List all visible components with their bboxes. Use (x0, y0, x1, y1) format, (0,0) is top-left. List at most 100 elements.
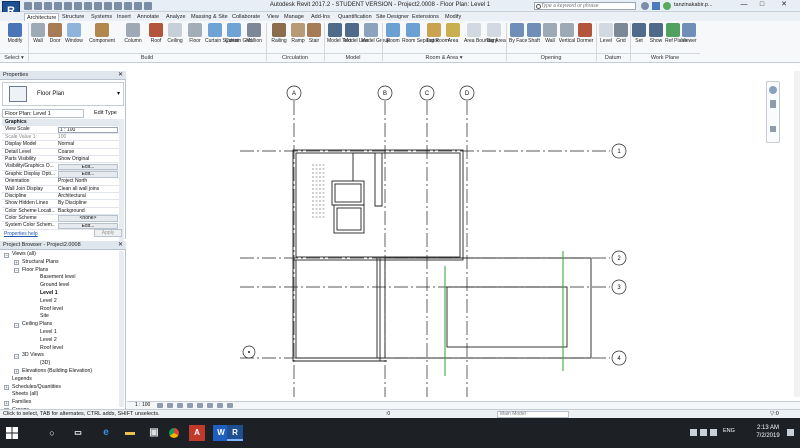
properties-help-link[interactable]: Properties help (4, 231, 38, 237)
tree-node[interactable]: Roof level (0, 306, 120, 314)
store-icon[interactable]: ▣ (146, 425, 162, 441)
ribbon-button-show[interactable]: Show (648, 23, 664, 51)
revit-taskbar-icon[interactable]: R (227, 425, 243, 441)
tab-structure[interactable]: Structure (62, 13, 84, 21)
tab-annotate[interactable]: Annotate (137, 13, 159, 21)
tab-analyze[interactable]: Analyze (166, 13, 186, 21)
ribbon-button-ramp[interactable]: Ramp (290, 23, 306, 51)
ribbon-panel-work-plane[interactable]: Work Plane (630, 53, 700, 62)
ribbon-panel-opening[interactable]: Opening (506, 53, 596, 62)
tree-node[interactable]: Level 1 (0, 329, 120, 337)
ribbon-button-viewer[interactable]: Viewer (680, 23, 698, 51)
close-button[interactable]: ✕ (776, 0, 792, 11)
expand-icon[interactable]: + (4, 385, 9, 391)
print-icon[interactable] (64, 2, 72, 10)
ribbon-button-shaft[interactable]: Shaft (526, 23, 542, 51)
ribbon-panel-model[interactable]: Model (324, 53, 382, 62)
3d-view-icon[interactable] (84, 2, 92, 10)
property-value[interactable]: 1 : 100 (58, 126, 118, 134)
shadows-icon[interactable] (187, 403, 193, 408)
close-icon[interactable]: ✕ (118, 241, 123, 250)
network-icon[interactable] (700, 429, 707, 436)
design-option-select[interactable]: Main Model (497, 411, 569, 418)
ribbon-panel-build[interactable]: Build (28, 53, 266, 62)
ribbon-panel-select-[interactable]: Select ▾ (0, 53, 28, 62)
ribbon-button-curtain-system[interactable]: Curtain System (205, 23, 239, 51)
ribbon-button-tag-room[interactable]: Tag Room (426, 23, 449, 51)
minimize-button[interactable]: — (736, 0, 752, 11)
show-crop-icon[interactable] (207, 403, 213, 408)
property-edit-button[interactable]: Edit... (58, 171, 118, 178)
tree-node[interactable]: − Views (all) (0, 251, 120, 259)
property-value[interactable]: By Discipline (58, 200, 118, 207)
collapse-icon[interactable]: − (14, 353, 19, 359)
ribbon-button-level[interactable]: Level (598, 23, 614, 51)
expand-icon[interactable]: + (14, 260, 19, 266)
chrome-icon[interactable] (166, 425, 182, 441)
tree-node[interactable]: {3D} (0, 360, 120, 368)
ribbon-button-wall[interactable]: Wall (542, 23, 558, 51)
property-edit-button[interactable]: <none> (58, 215, 118, 222)
tab-extensions[interactable]: Extensions (412, 13, 439, 21)
switch-windows-icon[interactable] (134, 2, 142, 10)
tab-massing-site[interactable]: Massing & Site (191, 13, 228, 21)
ribbon-button-component[interactable]: Component (87, 23, 117, 51)
apply-button[interactable]: Apply (94, 229, 122, 237)
tree-node[interactable]: Basement level (0, 274, 120, 282)
ribbon-button-column[interactable]: Column (122, 23, 144, 51)
redo-icon[interactable] (54, 2, 62, 10)
tab-insert[interactable]: Insert (117, 13, 131, 21)
property-value[interactable]: Coarse (58, 149, 118, 156)
tree-node[interactable]: −3D Views (0, 352, 120, 360)
ribbon-button-area[interactable]: Area (445, 23, 461, 51)
type-selector[interactable]: Floor Plan ▾ (2, 82, 124, 106)
ribbon-button-floor[interactable]: Floor (187, 23, 203, 51)
tab-collaborate[interactable]: Collaborate (232, 13, 260, 21)
search-icon[interactable]: ○ (44, 425, 60, 441)
hide-isolate-icon[interactable] (217, 403, 223, 408)
language-indicator[interactable]: ENG (723, 428, 735, 434)
tree-node[interactable]: Roof level (0, 345, 120, 353)
canvas-vertical-scrollbar[interactable] (794, 71, 800, 397)
ribbon-panel-room-area-[interactable]: Room & Area ▾ (382, 53, 506, 62)
ribbon-panel-datum[interactable]: Datum (596, 53, 630, 62)
ribbon-button-area-boundary[interactable]: Area Boundary (464, 23, 497, 51)
tree-node[interactable]: + Families (0, 399, 120, 407)
tree-node[interactable]: − Floor Plans (0, 267, 120, 275)
property-value[interactable]: Show Original (58, 156, 118, 163)
clock[interactable]: 2:13 AM 7/2/2019 (753, 424, 783, 440)
thin-lines-icon[interactable] (114, 2, 122, 10)
user-icon[interactable] (663, 2, 671, 10)
ribbon-button-model-text[interactable]: Model Text (327, 23, 351, 51)
reveal-hidden-icon[interactable] (227, 403, 233, 408)
browser-scrollbar[interactable] (119, 251, 124, 407)
measure-icon[interactable] (74, 2, 82, 10)
close-icon[interactable]: ✕ (118, 71, 123, 80)
task-view-icon[interactable]: ▭ (70, 425, 86, 441)
floor-plan-drawing[interactable]: A B C D 1 2 3 4 (127, 71, 794, 401)
tab-systems[interactable]: Systems (91, 13, 112, 21)
expand-icon[interactable]: + (4, 400, 9, 406)
tab-add-ins[interactable]: Add-Ins (311, 13, 330, 21)
drawing-canvas[interactable]: A B C D 1 2 3 4 (127, 71, 800, 407)
navigation-bar[interactable] (766, 81, 780, 143)
save-icon[interactable] (34, 2, 42, 10)
crop-view-icon[interactable] (197, 403, 203, 408)
ribbon-button-room[interactable]: Room (385, 23, 401, 51)
zoom-icon[interactable] (770, 100, 776, 108)
maximize-button[interactable]: □ (754, 0, 770, 11)
tab-quantification[interactable]: Quantification (338, 13, 372, 21)
tree-node[interactable]: + Elevations (Building Elevation) (0, 368, 120, 376)
search-button-icon[interactable] (641, 2, 649, 10)
ribbon-button-curtain-grid[interactable]: Curtain Grid (225, 23, 252, 51)
tree-node[interactable]: + Schedules/Quantities (0, 384, 120, 392)
ribbon-button-dormer[interactable]: Dormer (576, 23, 594, 51)
ribbon-button-railing[interactable]: Railing (269, 23, 289, 51)
property-value[interactable]: Normal (58, 141, 118, 148)
action-center-icon[interactable] (787, 429, 794, 436)
visual-style-icon[interactable] (167, 403, 173, 408)
edge-icon[interactable]: e (98, 425, 114, 441)
text-icon[interactable] (104, 2, 112, 10)
sun-path-icon[interactable] (177, 403, 183, 408)
volume-icon[interactable] (710, 429, 717, 436)
